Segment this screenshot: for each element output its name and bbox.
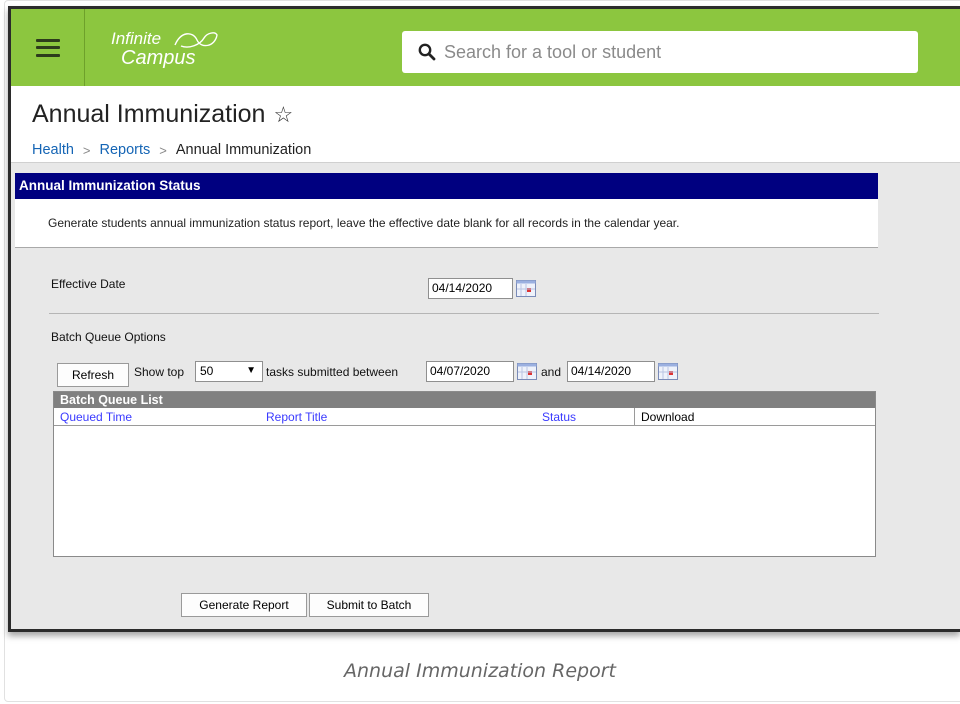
column-download: Download <box>634 408 875 426</box>
logo-text-campus: Campus <box>121 47 196 69</box>
figure-caption: Annual Immunization Report <box>344 660 616 682</box>
dropdown-arrow-icon: ▼ <box>246 365 256 376</box>
submit-to-batch-button[interactable]: Submit to Batch <box>309 593 429 617</box>
end-date-input[interactable]: 04/14/2020 <box>567 361 655 382</box>
search-input[interactable]: Search for a tool or student <box>402 31 918 73</box>
divider <box>49 313 879 314</box>
effective-date-label: Effective Date <box>51 277 126 291</box>
logo-text-infinite: Infinite <box>111 29 162 48</box>
start-date-input[interactable]: 04/07/2020 <box>426 361 514 382</box>
tasks-between-label: tasks submitted between <box>266 365 399 379</box>
panel-description: Generate students annual immunization st… <box>15 199 878 248</box>
and-label: and <box>541 365 562 379</box>
column-status[interactable]: Status <box>536 408 634 426</box>
report-panel: Annual Immunization Status Generate stud… <box>15 173 879 629</box>
show-top-label: Show top <box>134 365 185 379</box>
generate-report-button[interactable]: Generate Report <box>181 593 307 617</box>
breadcrumb-health[interactable]: Health <box>32 142 74 158</box>
page-title-text: Annual Immunization <box>32 100 266 128</box>
batch-queue-title: Batch Queue List <box>54 392 875 408</box>
top-bar: Infinite Campus Search for a tool or stu… <box>11 9 960 86</box>
column-queued-time[interactable]: Queued Time <box>54 408 260 426</box>
page-title: Annual Immunization ☆ <box>32 100 293 129</box>
breadcrumb-reports[interactable]: Reports <box>100 142 151 158</box>
calendar-icon[interactable] <box>516 280 536 297</box>
breadcrumb: Health > Reports > Annual Immunization <box>32 142 311 158</box>
calendar-icon[interactable] <box>517 363 537 380</box>
chevron-right-icon: > <box>159 142 167 158</box>
effective-date-input[interactable]: 04/14/2020 <box>428 278 513 299</box>
column-report-title[interactable]: Report Title <box>260 408 536 426</box>
app-window: Infinite Campus Search for a tool or stu… <box>8 6 960 632</box>
batch-options-label: Batch Queue Options <box>51 330 166 344</box>
show-top-select[interactable]: 50 ▼ <box>195 361 263 382</box>
star-icon[interactable]: ☆ <box>273 102 293 128</box>
show-top-value: 50 <box>200 364 214 378</box>
batch-queue-header: Queued Time Report Title Status Download <box>54 408 875 426</box>
search-icon <box>418 43 436 61</box>
search-placeholder: Search for a tool or student <box>444 41 662 62</box>
page-header: Annual Immunization ☆ Health > Reports >… <box>11 86 960 163</box>
infinite-campus-logo[interactable]: Infinite Campus <box>111 21 241 75</box>
batch-queue-list: Batch Queue List Queued Time Report Titl… <box>53 391 876 557</box>
breadcrumb-current: Annual Immunization <box>175 142 312 158</box>
chevron-right-icon: > <box>82 142 91 158</box>
calendar-icon[interactable] <box>658 363 678 380</box>
hamburger-icon <box>35 38 60 57</box>
panel-heading: Annual Immunization Status <box>15 173 878 199</box>
refresh-button[interactable]: Refresh <box>57 363 129 387</box>
menu-button[interactable] <box>11 9 85 86</box>
